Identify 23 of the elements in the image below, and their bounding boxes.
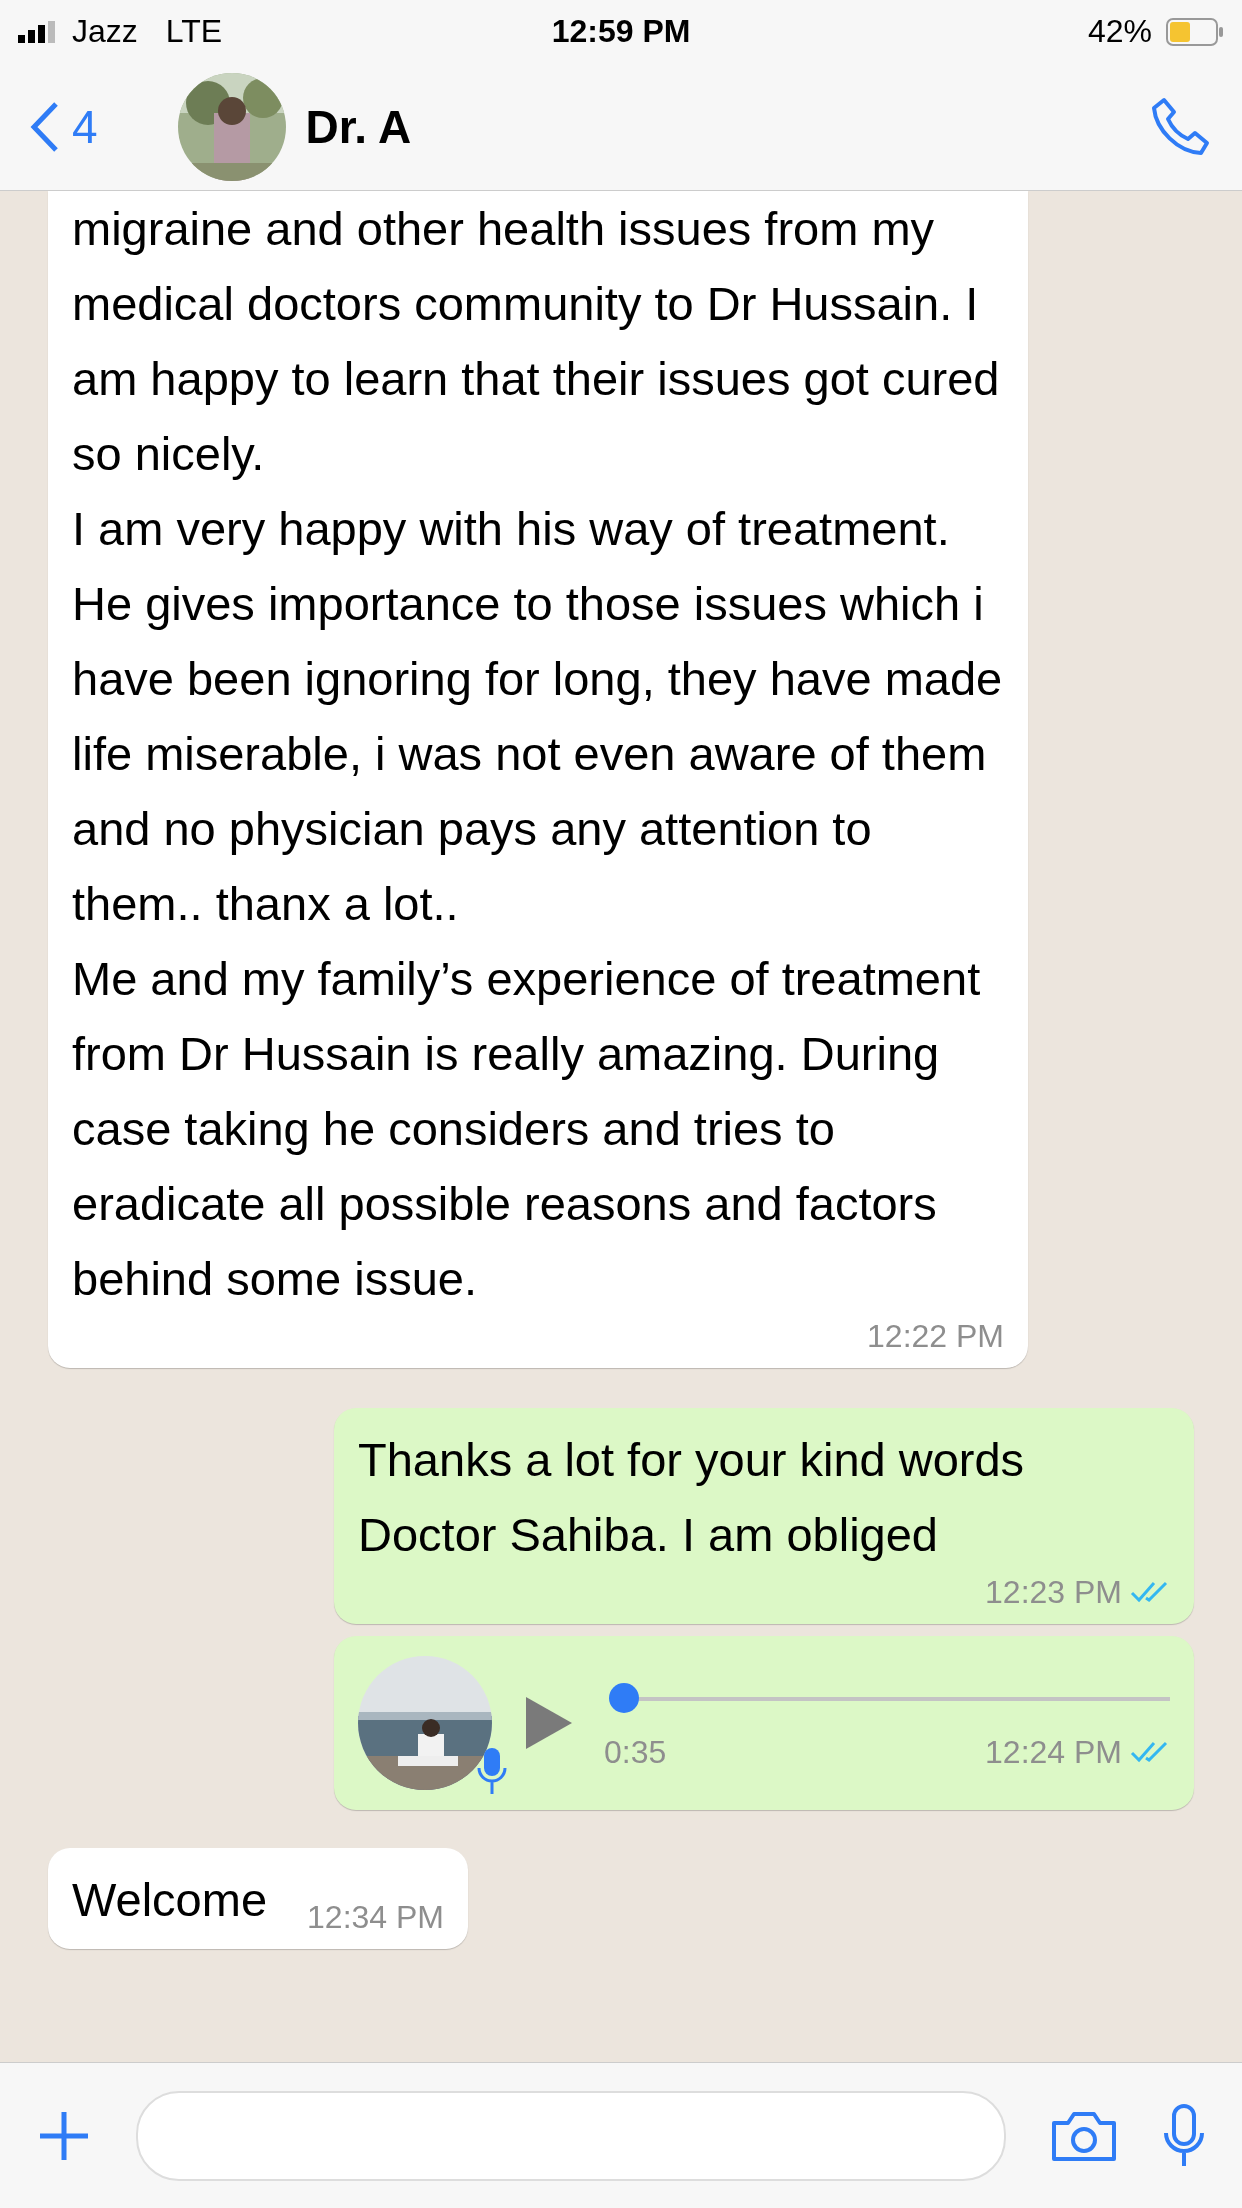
microphone-button[interactable]	[1162, 2102, 1206, 2169]
carrier-name: Jazz	[72, 13, 138, 50]
network-type: LTE	[165, 13, 223, 50]
message-text: migraine and other health issues from my medical doctors community to Dr Hussain. I am happy to learn that their issues got cured so nicely.	[72, 201, 1001, 482]
message-time: 12:23 PM	[985, 1573, 1122, 1612]
message-time: 12:34 PM	[307, 1898, 444, 1937]
message-text: Me and my family’s experience of treatment from Dr Hussain is really amazing. During case taking he considers and tries to eradicate all possible reasons and factors behind some issue.	[72, 951, 982, 1307]
back-chevron-icon	[30, 100, 60, 153]
contact-name[interactable]: Dr. A	[305, 99, 1130, 154]
microphone-icon	[476, 1746, 508, 1796]
voice-duration: 0:35	[604, 1732, 667, 1772]
message-time: 12:24 PM	[985, 1733, 1122, 1772]
battery-percent: 42%	[1087, 13, 1152, 50]
back-button[interactable]: 4	[30, 99, 98, 154]
call-button[interactable]	[1150, 95, 1212, 158]
battery-icon	[1166, 17, 1224, 46]
message-time: 12:22 PM	[867, 1317, 1004, 1356]
message-text: Welcome	[72, 1872, 268, 1928]
message-text: I am very happy with his way of treatment. He gives importance to those issues which i have been ignoring for long, they have made life miserable, i was not even aware of them and no physician pays any attention to them.. thanx a lot..	[72, 501, 1004, 932]
playback-slider[interactable]	[609, 1682, 639, 1713]
signal-icon	[18, 20, 58, 43]
message-text: Thanks a lot for your kind words Doctor Sahiba. I am obliged	[358, 1432, 1026, 1563]
status-time: 12:59 PM	[551, 13, 691, 50]
